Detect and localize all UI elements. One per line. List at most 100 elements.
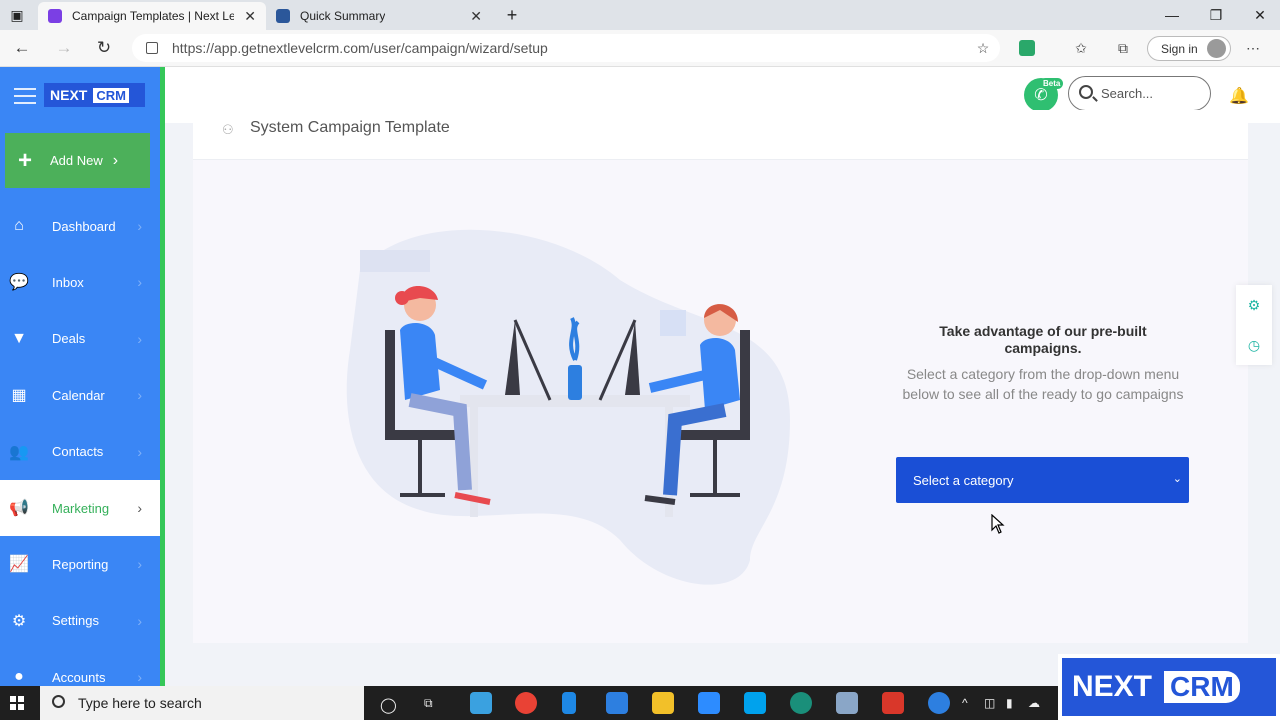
chevron-right-icon: ›	[137, 330, 142, 347]
sidebar-item-label: Reporting	[52, 556, 109, 572]
gears-icon: ⚙	[11, 612, 27, 630]
browser-tab-strip: ▣ Campaign Templates | Next Leve ✕ Quick…	[0, 0, 1280, 30]
filter-icon: ▼	[11, 329, 27, 347]
settings-gear-icon[interactable]: ⚙	[1236, 285, 1272, 325]
file-icon[interactable]	[562, 692, 576, 714]
summary-favicon-icon	[276, 9, 290, 23]
forward-arrow-icon[interactable]: →	[50, 36, 78, 60]
chevron-right-icon: ›	[137, 387, 142, 404]
sidebar-item-settings[interactable]: ⚙ Settings ›	[0, 593, 160, 649]
notes-icon[interactable]	[836, 692, 858, 714]
search-input[interactable]: Search...	[1068, 76, 1211, 111]
chevron-right-icon: ›	[137, 500, 142, 516]
skype-icon[interactable]	[744, 692, 766, 714]
tab-title: Campaign Templates | Next Leve	[72, 9, 234, 23]
search-icon	[52, 695, 65, 708]
account-icon: ●	[14, 668, 24, 686]
watermark-logo: NEXT CRM	[1058, 654, 1280, 720]
sidebar: NEXT CRM + Add New › ⌂ Dashboard › 💬 Inbox › ▼…	[0, 67, 165, 686]
url-text: https://app.getnextlevelcrm.com/user/cam…	[172, 40, 548, 56]
file-explorer-icon[interactable]	[652, 692, 674, 714]
chevron-right-icon: ›	[137, 556, 142, 573]
category-select[interactable]: Select a category ⌄	[896, 457, 1189, 503]
beta-badge: Beta	[1040, 78, 1064, 89]
camera-icon[interactable]: ◫	[984, 696, 995, 710]
watermark-crm: CRM	[1164, 671, 1240, 703]
sidebar-item-reporting[interactable]: 📈 Reporting ›	[0, 536, 160, 592]
chart-line-icon: 📈	[9, 556, 29, 574]
bell-icon[interactable]: 🔔	[1229, 86, 1249, 106]
promo-desc-line-1: Select a category from the drop-down men…	[906, 366, 1180, 382]
cortana-icon[interactable]: ◯	[380, 696, 397, 714]
sidebar-item-label: Accounts	[52, 669, 106, 685]
clock-icon[interactable]: ◷	[1236, 325, 1272, 365]
tab-actions-icon[interactable]: ▣	[0, 0, 34, 30]
chevron-right-icon: ›	[112, 151, 119, 169]
chrome-icon[interactable]	[515, 692, 537, 714]
close-tab-icon[interactable]: ✕	[470, 8, 482, 25]
chevron-right-icon: ›	[137, 669, 142, 686]
sidebar-item-deals[interactable]: ▼ Deals ›	[0, 311, 160, 367]
new-tab-button[interactable]: +	[490, 0, 534, 30]
back-arrow-icon[interactable]: ←	[8, 36, 36, 60]
close-window-button[interactable]: ✕	[1238, 0, 1280, 30]
sign-in-button[interactable]: Sign in	[1147, 36, 1231, 61]
home-icon: ⌂	[14, 217, 24, 234]
sidebar-item-dashboard[interactable]: ⌂ Dashboard ›	[0, 198, 160, 254]
task-view-icon[interactable]: ⧉	[424, 696, 433, 711]
sidebar-item-label: Settings	[52, 613, 99, 629]
app-icon[interactable]	[470, 692, 492, 714]
cloud-icon[interactable]: ☁	[1028, 696, 1040, 710]
sidebar-item-contacts[interactable]: 👥 Contacts ›	[0, 424, 160, 480]
collections-icon[interactable]: ⧉	[1112, 38, 1134, 58]
mouse-cursor-icon	[991, 514, 1005, 534]
logo-text: NEXT	[50, 87, 88, 103]
add-new-button[interactable]: + Add New ›	[5, 133, 150, 188]
sidebar-item-inbox[interactable]: 💬 Inbox ›	[0, 254, 160, 310]
sidebar-item-label: Calendar	[52, 387, 105, 403]
favorites-icon[interactable]: ✩	[1070, 38, 1092, 58]
category-select-value: Select a category	[913, 472, 1014, 488]
minimize-button[interactable]: —	[1150, 0, 1194, 30]
powerpoint-icon[interactable]	[882, 692, 904, 714]
users-icon: 👥	[9, 443, 29, 461]
chevron-up-icon[interactable]: ^	[962, 696, 968, 710]
chevron-right-icon: ›	[137, 443, 142, 460]
watermark-text: NEXT	[1072, 670, 1153, 703]
chevron-right-icon: ›	[137, 274, 142, 291]
chat-icon: 💬	[9, 274, 29, 292]
extension-icon[interactable]	[1019, 40, 1035, 56]
add-new-label: Add New	[50, 153, 103, 168]
app-logo[interactable]: NEXT CRM	[44, 83, 145, 107]
promo-title: Take advantage of our pre-built campaign…	[939, 323, 1147, 356]
favorite-star-icon[interactable]: ☆	[972, 38, 994, 58]
search-icon	[1079, 85, 1093, 99]
close-tab-icon[interactable]: ✕	[244, 8, 256, 25]
help-icon[interactable]	[928, 692, 950, 714]
sign-in-label: Sign in	[1161, 41, 1198, 56]
microphone-icon[interactable]: ▮	[1006, 696, 1013, 710]
chevron-right-icon: ›	[137, 218, 142, 234]
promo-description: Select a category from the drop-down men…	[900, 364, 1186, 404]
logo-crm: CRM	[93, 87, 129, 103]
mail-icon[interactable]	[606, 692, 628, 714]
refresh-icon[interactable]: ↻	[90, 36, 118, 60]
sidebar-item-label: Contacts	[52, 444, 104, 460]
sidebar-item-calendar[interactable]: ▦ Calendar ›	[0, 367, 160, 423]
search-placeholder: Search...	[1101, 86, 1154, 101]
tab-quick-summary[interactable]: Quick Summary ✕	[266, 2, 492, 30]
restore-button[interactable]: ❐	[1194, 0, 1238, 30]
sidebar-item-marketing[interactable]: 📢 Marketing ›	[0, 480, 160, 536]
lock-icon	[146, 42, 158, 54]
tab-campaign-templates[interactable]: Campaign Templates | Next Leve ✕	[38, 2, 266, 30]
calendar-icon: ▦	[11, 387, 27, 405]
url-field[interactable]: https://app.getnextlevelcrm.com/user/cam…	[132, 34, 1000, 62]
zoom-icon[interactable]	[698, 692, 720, 714]
chevron-right-icon: ›	[137, 612, 142, 629]
more-menu-icon[interactable]: ⋯	[1242, 38, 1264, 58]
hamburger-menu-icon[interactable]	[14, 88, 36, 104]
tab-title: Quick Summary	[300, 9, 386, 23]
taskbar-search-input[interactable]: Type here to search	[40, 686, 364, 720]
windows-start-icon[interactable]	[10, 696, 24, 710]
edge-icon[interactable]	[790, 692, 812, 714]
